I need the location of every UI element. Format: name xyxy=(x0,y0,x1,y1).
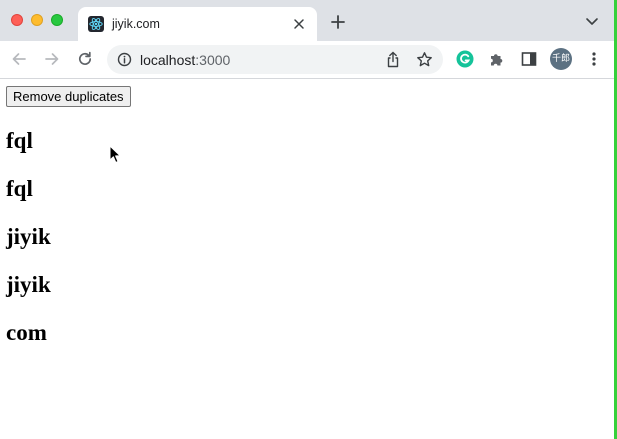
list-item: jiyik xyxy=(6,224,51,249)
list-item: fql xyxy=(6,128,33,153)
site-info-icon[interactable] xyxy=(117,52,132,67)
reload-icon[interactable] xyxy=(76,50,94,68)
forward-arrow-icon[interactable] xyxy=(43,50,61,68)
url-host: localhost xyxy=(140,52,196,68)
share-icon[interactable] xyxy=(385,51,401,68)
back-arrow-icon[interactable] xyxy=(10,50,28,68)
remove-duplicates-button[interactable]: Remove duplicates xyxy=(6,86,131,107)
mouse-pointer-icon xyxy=(109,145,122,164)
profile-avatar[interactable]: 千郎 xyxy=(550,48,572,70)
minimize-window-button[interactable] xyxy=(31,14,43,26)
tab-strip: jiyik.com xyxy=(0,0,614,41)
grammarly-extension-icon[interactable] xyxy=(456,50,474,68)
list-item: jiyik xyxy=(6,272,51,297)
extensions-puzzle-icon[interactable] xyxy=(488,50,506,68)
address-bar[interactable]: localhost:3000 xyxy=(107,45,443,74)
tab-search-chevron-icon[interactable] xyxy=(584,15,600,27)
list-item: fql xyxy=(6,176,33,201)
url-text: localhost:3000 xyxy=(140,52,230,68)
url-port: :3000 xyxy=(195,52,231,68)
browser-window: jiyik.com localhost:3000 千郎 Remove dupli… xyxy=(0,0,617,439)
new-tab-plus-icon[interactable] xyxy=(329,13,347,31)
more-menu-icon[interactable] xyxy=(585,50,603,68)
close-window-button[interactable] xyxy=(11,14,23,26)
side-panel-icon[interactable] xyxy=(520,50,538,68)
close-tab-icon[interactable] xyxy=(291,16,307,32)
list-item: com xyxy=(6,320,47,345)
page-content: Remove duplicates fql fql jiyik jiyik co… xyxy=(0,79,614,439)
maximize-window-button[interactable] xyxy=(51,14,63,26)
react-icon xyxy=(88,16,104,32)
browser-toolbar: localhost:3000 千郎 xyxy=(0,41,614,79)
tab-title: jiyik.com xyxy=(112,17,160,31)
browser-tab[interactable]: jiyik.com xyxy=(78,7,317,41)
bookmark-star-icon[interactable] xyxy=(416,51,433,68)
